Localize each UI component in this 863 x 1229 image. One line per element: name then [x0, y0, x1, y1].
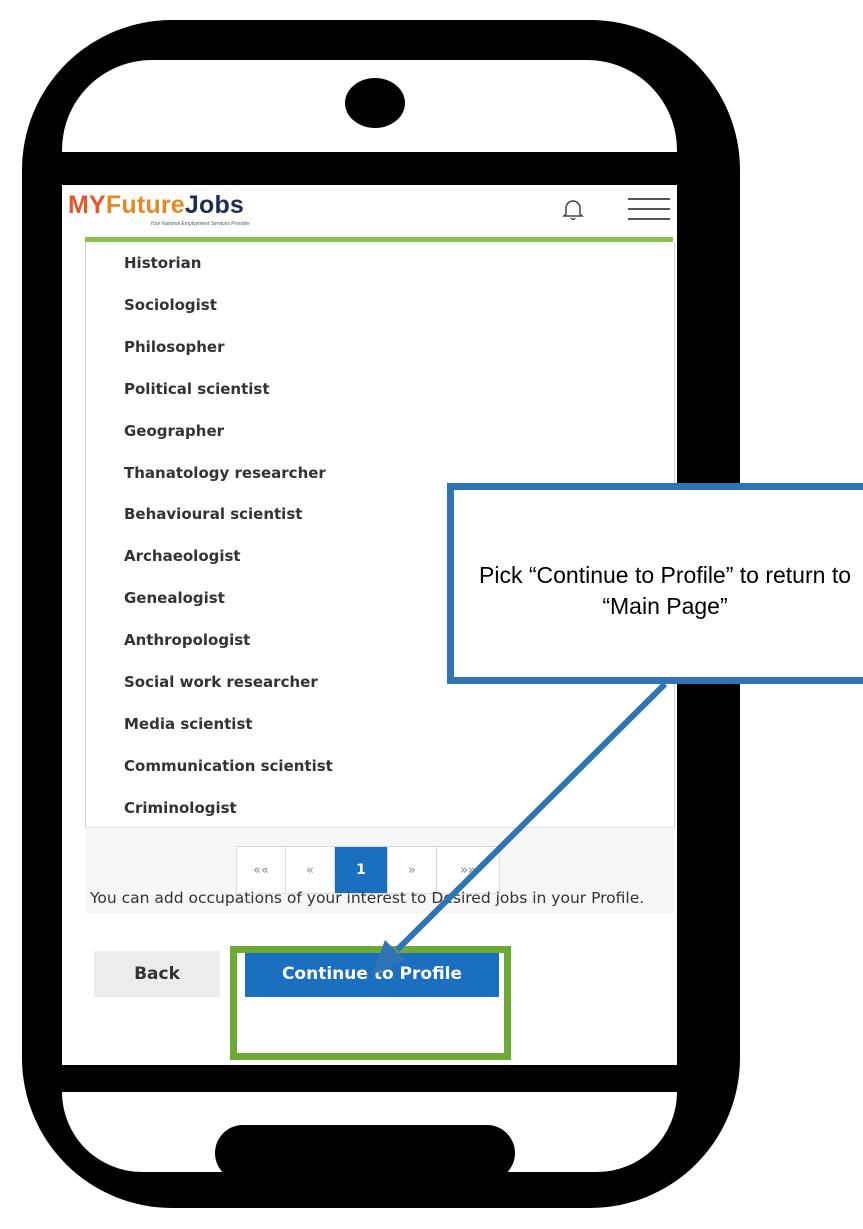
list-item[interactable]: Anthropologist [124, 631, 250, 649]
logo-future: Future [105, 191, 185, 219]
list-item[interactable]: Criminologist [124, 799, 237, 817]
list-item[interactable]: Sociologist [124, 296, 217, 314]
logo-tagline: Your National Employment Services Provid… [150, 221, 250, 227]
list-item[interactable]: Political scientist [124, 380, 270, 398]
continue-highlight-box [230, 946, 511, 1060]
list-item[interactable]: Social work researcher [124, 673, 318, 691]
list-item[interactable]: Philosopher [124, 338, 224, 356]
camera-icon [345, 78, 405, 128]
bell-icon[interactable] [562, 197, 584, 221]
footer-note: You can add occupations of your interest… [90, 889, 645, 907]
list-item[interactable]: Geographer [124, 422, 224, 440]
menu-icon[interactable] [628, 195, 670, 223]
list-item[interactable]: Behavioural scientist [124, 505, 302, 523]
list-item[interactable]: Archaeologist [124, 547, 241, 565]
back-button[interactable]: Back [94, 951, 220, 997]
list-item[interactable]: Historian [124, 254, 201, 272]
home-bar [215, 1125, 515, 1181]
list-item[interactable]: Thanatology researcher [124, 464, 326, 482]
logo-jobs: Jobs [184, 191, 245, 219]
list-item[interactable]: Genealogist [124, 589, 225, 607]
app-header: MYFutureJobs Your National Employment Se… [62, 185, 677, 237]
instruction-callout: Pick “Continue to Profile” to return to … [447, 483, 863, 684]
app-logo[interactable]: MYFutureJobs [68, 191, 244, 220]
list-item[interactable]: Media scientist [124, 715, 253, 733]
logo-my: MY [68, 191, 106, 219]
callout-text: Pick “Continue to Profile” to return to … [479, 562, 851, 619]
list-item[interactable]: Communication scientist [124, 757, 333, 775]
